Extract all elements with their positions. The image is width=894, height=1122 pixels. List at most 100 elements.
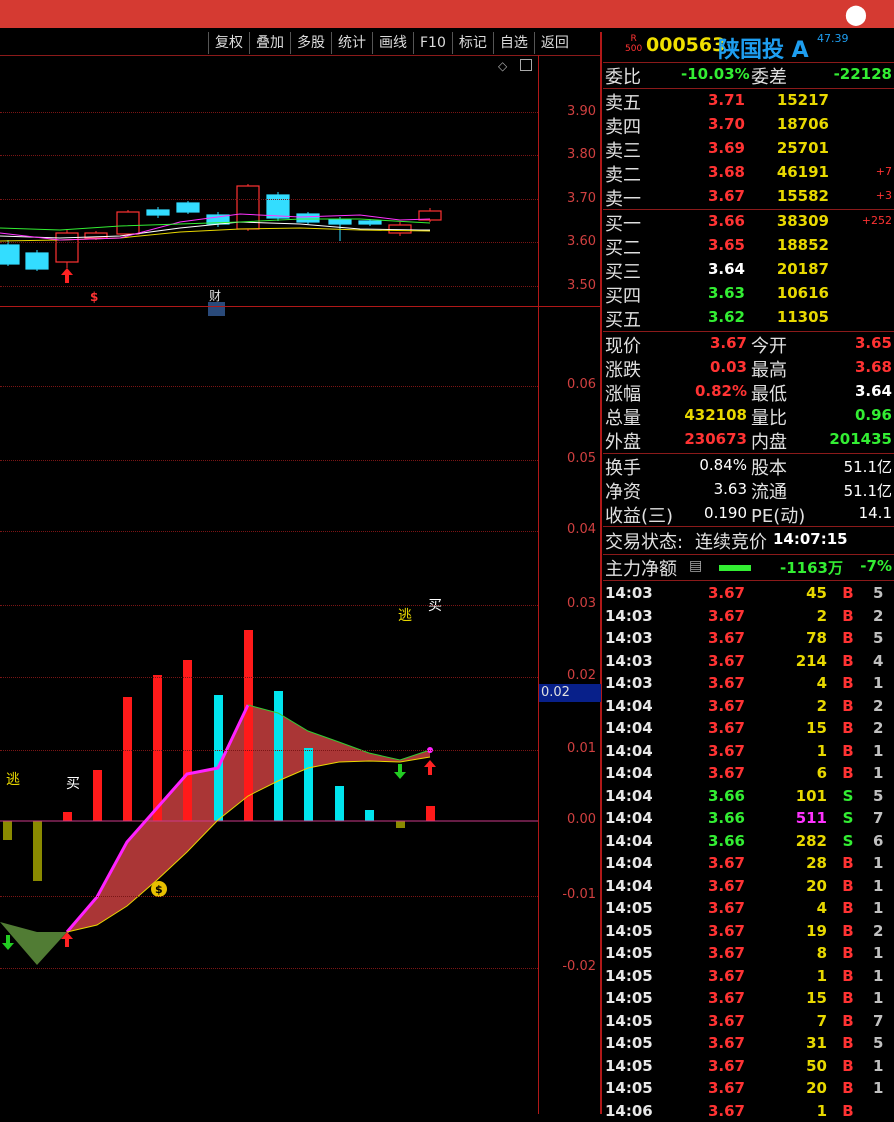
tick-row: 14:04 3.66 282 S 6	[603, 830, 894, 852]
bid-label: 买一	[605, 214, 641, 235]
bid-price[interactable]: 3.65	[683, 236, 745, 254]
tick-time: 14:05	[605, 921, 653, 940]
ask-price[interactable]: 3.67	[683, 187, 745, 205]
toolbar-button-5[interactable]: F10	[413, 32, 452, 54]
toolbar-button-8[interactable]: 返回	[533, 32, 575, 54]
tick-count: 7	[873, 809, 884, 827]
tick-volume: 78	[806, 629, 827, 647]
tick-time: 14:03	[605, 584, 653, 602]
tick-count: 5	[873, 786, 884, 805]
indicator-axis-tick: 0.05	[567, 451, 596, 466]
tick-side: S	[842, 809, 854, 827]
bid-price[interactable]: 3.63	[683, 284, 745, 302]
tick-volume: 214	[795, 651, 827, 670]
ask-price[interactable]: 3.68	[683, 163, 745, 181]
tick-count: 1	[873, 764, 884, 782]
tick-volume: 50	[806, 1056, 827, 1075]
weicha-label: 委差	[751, 67, 787, 88]
app-logo-icon[interactable]: ⬤	[844, 2, 868, 26]
tick-volume: 4	[816, 899, 827, 917]
tick-volume: 1	[816, 741, 827, 760]
indicator-bar	[244, 630, 253, 821]
tick-count: 1	[873, 899, 884, 917]
tick-row: 14:05 3.67 4 B 1	[603, 897, 894, 919]
escape-signal-label: 逃	[6, 772, 20, 788]
toolbar-button-3[interactable]: 统计	[331, 32, 372, 54]
ask-volume: 18706	[776, 115, 829, 133]
indicator-bar	[304, 748, 313, 821]
stat-value: 432108	[684, 406, 747, 424]
tick-price: 3.67	[707, 719, 745, 737]
tick-time: 14:04	[605, 696, 653, 715]
tick-count: 2	[873, 719, 884, 737]
buy-signal-label: 买	[66, 776, 80, 792]
toolbar-button-6[interactable]: 标记	[451, 32, 493, 54]
tick-volume: 15	[806, 719, 827, 737]
stat-label: 现价	[605, 336, 641, 357]
tick-price: 3.66	[707, 786, 745, 805]
trade-status-time: 14:07:15	[773, 530, 848, 548]
ask-price[interactable]: 3.71	[683, 91, 745, 109]
toolbar-button-7[interactable]: 自选	[492, 32, 534, 54]
toolbar-button-2[interactable]: 多股	[290, 32, 331, 54]
tick-row: 14:04 3.67 15 B 2	[603, 717, 894, 739]
panel-border	[600, 32, 602, 1114]
bid-price[interactable]: 3.64	[683, 260, 745, 278]
indicator-axis-tick: -0.01	[562, 887, 596, 902]
gridline	[0, 386, 538, 387]
stat-label: 内盘	[751, 432, 787, 453]
tick-time: 14:03	[605, 606, 653, 625]
toolbar-button-1[interactable]: 叠加	[249, 32, 290, 54]
tick-time: 14:04	[605, 719, 653, 737]
ask-volume: 15217	[776, 91, 829, 109]
buy-arrow-icon	[424, 760, 436, 775]
main-net-value: -1163万	[780, 559, 843, 577]
bid-volume: 18852	[776, 236, 829, 254]
tick-count: 1	[873, 1079, 884, 1097]
separator	[603, 331, 894, 332]
stat-label: 净资	[605, 482, 641, 503]
stat-label: PE(动)	[751, 506, 806, 527]
bid-price[interactable]: 3.62	[683, 308, 745, 326]
bid-price[interactable]: 3.66	[683, 212, 745, 230]
stat-label: 涨跌	[605, 360, 641, 381]
buy-signal-label: 买	[428, 598, 442, 614]
ask-price[interactable]: 3.69	[683, 139, 745, 157]
bid-volume: 38309	[776, 212, 829, 230]
tick-time: 14:05	[605, 899, 653, 917]
stat-value: 51.1亿	[843, 482, 892, 500]
indicator-bar	[93, 770, 102, 821]
bid-label: 买四	[605, 286, 641, 307]
tick-side: S	[842, 786, 854, 805]
ask-label: 卖五	[605, 93, 641, 114]
candle	[146, 209, 170, 216]
tick-side: B	[842, 696, 854, 715]
kline-chart[interactable]: $ 财$逃 买逃买	[0, 55, 538, 1114]
stat-label: 今开	[751, 336, 787, 357]
stat-value: 14.1	[858, 504, 892, 522]
sell-arrow-icon	[2, 935, 14, 950]
list-icon[interactable]: ▤	[689, 558, 702, 574]
weibi-value: -10.03%	[681, 65, 750, 83]
stat-label: 股本	[751, 458, 787, 479]
toolbar-button-0[interactable]: 复权	[208, 32, 249, 54]
bid-volume: 10616	[776, 284, 829, 302]
tick-price: 3.67	[707, 584, 745, 602]
tick-volume: 20	[806, 876, 827, 895]
tick-side: B	[842, 921, 854, 940]
ask-volume: 46191	[776, 163, 829, 181]
tick-time: 14:04	[605, 786, 653, 805]
tick-row: 14:05 3.67 20 B 1	[603, 1077, 894, 1099]
ask-price[interactable]: 3.70	[683, 115, 745, 133]
tick-volume: 1	[816, 1101, 827, 1120]
indicator-bar	[183, 660, 192, 821]
tick-price: 3.67	[707, 876, 745, 895]
ask-volume: 25701	[776, 139, 829, 157]
toolbar-button-4[interactable]: 画线	[372, 32, 413, 54]
stock-name[interactable]: 陕国投 A	[718, 32, 809, 64]
candle	[176, 202, 200, 213]
stat-value: 0.03	[709, 358, 747, 376]
tick-side: B	[842, 1079, 854, 1097]
separator	[603, 453, 894, 454]
tick-price: 3.67	[707, 1079, 745, 1097]
